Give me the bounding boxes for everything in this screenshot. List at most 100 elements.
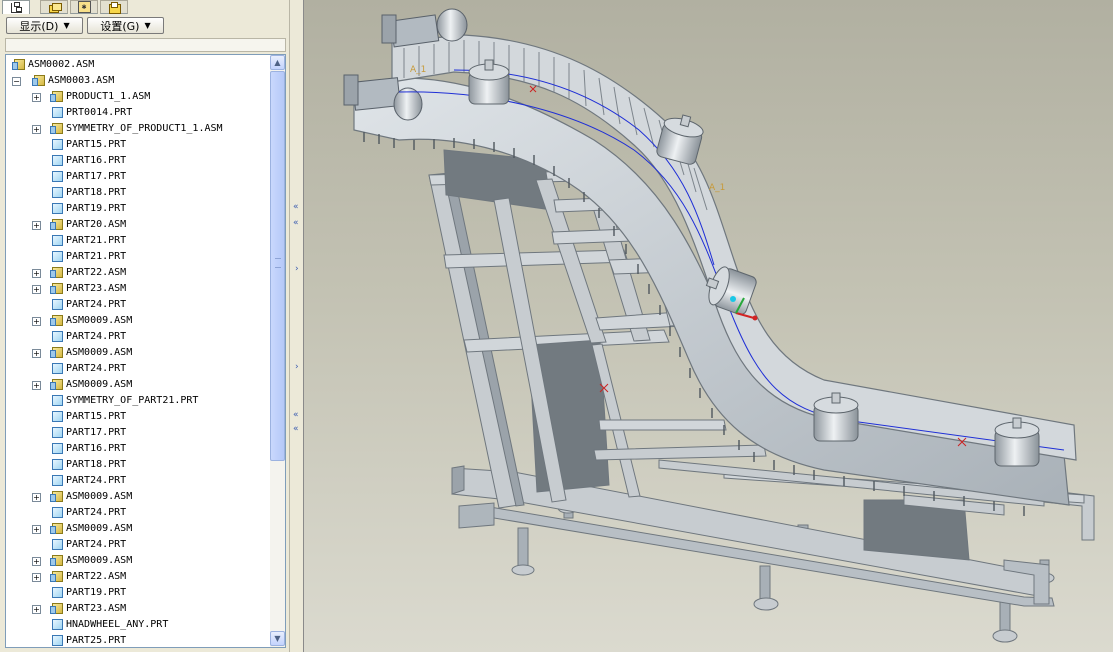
tree-item[interactable]: + PART23.ASM	[6, 281, 270, 297]
tree-item[interactable]: PART17.PRT	[6, 169, 270, 185]
scroll-thumb[interactable]	[270, 71, 285, 461]
tree-item[interactable]: PART21.PRT	[6, 233, 270, 249]
expand-right-icon[interactable]: ›	[295, 265, 303, 274]
tree-item[interactable]: + PRODUCT1_1.ASM	[6, 89, 270, 105]
tree-item-label: PART22.ASM	[66, 571, 127, 582]
part-icon	[52, 107, 63, 118]
part-icon	[52, 299, 63, 310]
tree-item[interactable]: PART24.PRT	[6, 505, 270, 521]
part-icon	[52, 171, 63, 182]
expand-icon[interactable]: +	[32, 493, 41, 502]
part-icon	[52, 203, 63, 214]
tree-item[interactable]: HNADWHEEL_ANY.PRT	[6, 617, 270, 633]
tree-item[interactable]: PART24.PRT	[6, 329, 270, 345]
expand-icon[interactable]: +	[32, 93, 41, 102]
panel-splitter[interactable]: « « › › « «	[289, 0, 304, 652]
scroll-down-button[interactable]: ▼	[270, 631, 285, 646]
tree-item-label: PART15.PRT	[66, 411, 127, 422]
display-menu-button[interactable]: 显示(D) ▼	[6, 17, 83, 34]
model-tree-icon	[10, 1, 22, 13]
tree-item[interactable]: PART19.PRT	[6, 201, 270, 217]
tree-item[interactable]: + PART22.ASM	[6, 569, 270, 585]
part-icon	[52, 539, 63, 550]
tree-item-label: PART23.ASM	[66, 283, 127, 294]
tab-folder[interactable]	[100, 0, 128, 14]
expand-icon[interactable]: +	[32, 317, 41, 326]
collapse-left-icon[interactable]: «	[293, 219, 301, 228]
expand-right-icon[interactable]: ›	[295, 363, 303, 372]
expand-icon[interactable]: +	[32, 125, 41, 134]
part-icon	[52, 475, 63, 486]
tree-item[interactable]: PART18.PRT	[6, 457, 270, 473]
tree-item[interactable]: PART15.PRT	[6, 137, 270, 153]
tree-item[interactable]: PART16.PRT	[6, 153, 270, 169]
expand-icon[interactable]: +	[32, 381, 41, 390]
tree-item[interactable]: PART15.PRT	[6, 409, 270, 425]
expand-icon[interactable]: +	[32, 221, 41, 230]
tree-item[interactable]: + ASM0009.ASM	[6, 489, 270, 505]
assembly-icon	[32, 75, 45, 86]
chevron-down-icon: ▼	[63, 21, 70, 30]
assembly-icon	[50, 283, 63, 294]
panel-tab-bar: ✱	[0, 0, 289, 14]
tree-item[interactable]: PART24.PRT	[6, 537, 270, 553]
assembly-icon	[12, 59, 25, 70]
collapse-left-icon[interactable]: «	[293, 411, 301, 420]
part-icon	[52, 411, 63, 422]
tree-item[interactable]: + PART20.ASM	[6, 217, 270, 233]
tree-item[interactable]: PART19.PRT	[6, 585, 270, 601]
tree-item[interactable]: + ASM0009.ASM	[6, 313, 270, 329]
expand-icon[interactable]: +	[32, 605, 41, 614]
tree-item-label: PART24.PRT	[66, 507, 127, 518]
tree-item[interactable]: PRT0014.PRT	[6, 105, 270, 121]
tab-favorites[interactable]: ✱	[70, 0, 98, 14]
tree-item[interactable]: + ASM0009.ASM	[6, 553, 270, 569]
tree-item-label: ASM0009.ASM	[66, 379, 133, 390]
tree-item-label: ASM0009.ASM	[66, 315, 133, 326]
tree-item[interactable]: PART24.PRT	[6, 473, 270, 489]
expand-icon[interactable]: +	[32, 573, 41, 582]
expand-icon[interactable]: +	[32, 557, 41, 566]
tree-item[interactable]: + ASM0009.ASM	[6, 521, 270, 537]
arrow-up-icon: ▲	[274, 58, 281, 67]
expand-icon[interactable]: +	[32, 349, 41, 358]
expand-icon[interactable]: +	[32, 285, 41, 294]
tree-item[interactable]: PART24.PRT	[6, 297, 270, 313]
tree-item[interactable]: + ASM0009.ASM	[6, 377, 270, 393]
tree-item-label: ASM0009.ASM	[66, 555, 133, 566]
expand-icon[interactable]: +	[32, 269, 41, 278]
tree-item[interactable]: + PART22.ASM	[6, 265, 270, 281]
tree-item[interactable]: − ASM0003.ASM	[6, 73, 270, 89]
tree-list: ASM0002.ASM − ASM0003.ASM + PRODUCT1_1.ASM PR…	[6, 57, 270, 647]
scroll-up-button[interactable]: ▲	[270, 55, 285, 70]
part-icon	[52, 507, 63, 518]
tree-item-label: PART15.PRT	[66, 139, 127, 150]
collapse-icon[interactable]: −	[12, 77, 21, 86]
tree-item[interactable]: + PART23.ASM	[6, 601, 270, 617]
expand-icon[interactable]: +	[32, 525, 41, 534]
assembly-icon	[50, 603, 63, 614]
tree-item[interactable]: PART21.PRT	[6, 249, 270, 265]
part-icon	[52, 187, 63, 198]
tree-item[interactable]: PART18.PRT	[6, 185, 270, 201]
tree-item[interactable]: PART24.PRT	[6, 361, 270, 377]
tree-item[interactable]: PART17.PRT	[6, 425, 270, 441]
part-icon	[52, 427, 63, 438]
tree-item[interactable]: + SYMMETRY_OF_PRODUCT1_1.ASM	[6, 121, 270, 137]
tree-scrollbar[interactable]: ▲ ▼	[270, 55, 285, 647]
tree-item[interactable]: PART25.PRT	[6, 633, 270, 647]
tree-item[interactable]: SYMMETRY_OF_PART21.PRT	[6, 393, 270, 409]
tree-item[interactable]: ASM0002.ASM	[6, 57, 270, 73]
graphics-viewport[interactable]: A_1 A_1	[304, 0, 1113, 652]
tab-model-tree[interactable]	[2, 0, 30, 14]
conveyor-model-render[interactable]: A_1 A_1	[304, 0, 1113, 652]
tree-toolbar: 显示(D) ▼ 设置(G) ▼	[0, 14, 289, 38]
tree-item[interactable]: PART16.PRT	[6, 441, 270, 457]
collapse-left-icon[interactable]: «	[293, 203, 301, 212]
tab-layers[interactable]	[40, 0, 68, 14]
collapse-left-icon[interactable]: «	[293, 425, 301, 434]
settings-menu-button[interactable]: 设置(G) ▼	[87, 17, 164, 34]
tree-item[interactable]: + ASM0009.ASM	[6, 345, 270, 361]
tree-item-label: PART18.PRT	[66, 459, 127, 470]
part-icon	[52, 235, 63, 246]
